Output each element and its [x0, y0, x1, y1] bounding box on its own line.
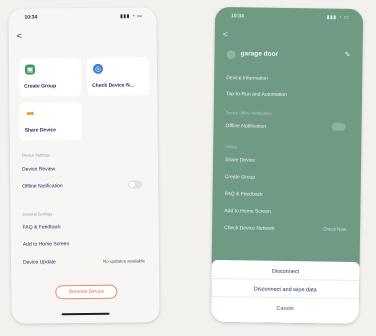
row-label: Tap-to-Run and Automation [225, 91, 287, 98]
row-label: Device Information [226, 75, 268, 82]
status-icons: ▮▮▮ ◔ ▭ [326, 14, 350, 21]
offline-notification-toggle[interactable] [331, 122, 346, 131]
row-label: Offline Notification [225, 123, 267, 130]
row-label: Device Update [22, 259, 56, 266]
row-add-to-home-screen[interactable]: Add to Home Screen [224, 208, 350, 216]
section-offline-notification: Device Offline Notification [225, 110, 272, 116]
section-general-settings: General Settings [22, 211, 53, 217]
status-icons: ▮▮▮ ◔ ▭ [120, 13, 143, 20]
group-icon: ▣ [24, 64, 36, 75]
status-time: 10:34 [231, 13, 244, 20]
back-button[interactable]: < [223, 29, 228, 39]
share-icon: ➦ [26, 108, 35, 120]
edit-icon[interactable]: ✎ [345, 51, 351, 59]
back-button[interactable]: < [17, 31, 22, 41]
device-name: garage door [240, 50, 279, 58]
row-offline-notification: Offline Notification [22, 180, 148, 190]
row-label: Offline Notification [22, 183, 63, 190]
status-bar: 10:34 ▮▮▮ ◔ ▭ [18, 13, 146, 22]
row-device-review[interactable]: Device Review [22, 165, 148, 172]
section-others: Others [225, 144, 238, 150]
row-faq-feedback[interactable]: FAQ & Feedback [23, 223, 149, 230]
row-label: Check Device Network [224, 225, 275, 232]
row-value: No updates available [102, 258, 146, 264]
row-add-to-home-screen[interactable]: Add to Home Screen [23, 240, 149, 247]
section-device-settings: Device Settings [21, 152, 50, 158]
tile-label: Check Device N... [92, 82, 134, 89]
row-tap-to-run[interactable]: Tap-to-Run and Automation [226, 91, 352, 99]
row-label: Create Group [224, 174, 256, 181]
status-time: 10:34 [24, 14, 38, 21]
device-icon [226, 50, 236, 60]
share-device-tile[interactable]: ➦ Share Device [19, 102, 82, 141]
row-share-device[interactable]: Share Device [225, 157, 351, 165]
row-offline-notification: Offline Notification [225, 122, 352, 131]
status-bar: 10:34 ▮▮▮ ◔ ▭ [225, 13, 353, 23]
row-device-information[interactable]: Device Information [226, 75, 352, 83]
row-create-group[interactable]: Create Group [225, 174, 351, 182]
row-value: Check Now [323, 226, 347, 232]
row-check-device-network[interactable]: Check Device Network Check Now [224, 225, 350, 233]
row-label: FAQ & Feedback [22, 224, 61, 231]
device-title-row: garage door ✎ [226, 49, 351, 63]
cancel-option[interactable]: Cancel [211, 301, 359, 317]
phone-screen-right: 10:34 ▮▮▮ ◔ ▭ < garage door ✎ Device Inf… [210, 6, 364, 325]
phone-screen-left: 10:34 ▮▮▮ ◔ ▭ < ▣ Create Group ◎ Check D… [8, 7, 160, 324]
tile-label: Create Group [24, 83, 57, 90]
tile-label: Share Device [24, 127, 57, 134]
row-label: Share Device [225, 157, 256, 164]
row-label: FAQ & Feedback [224, 191, 263, 198]
offline-notification-toggle[interactable] [128, 180, 143, 189]
disconnect-option[interactable]: Disconnect [211, 263, 360, 282]
row-device-update[interactable]: Device Update No updates available [23, 258, 149, 265]
check-device-network-tile[interactable]: ◎ Check Device N... [86, 57, 150, 96]
home-indicator [61, 312, 110, 316]
network-icon: ◎ [92, 63, 104, 74]
action-sheet: Disconnect Disconnect and wipe data Canc… [210, 259, 360, 325]
row-faq-feedback[interactable]: FAQ & Feedback [225, 191, 351, 199]
remove-device-button[interactable]: Remove Device [55, 284, 118, 300]
disconnect-wipe-option[interactable]: Disconnect and wipe data [211, 281, 360, 300]
row-label: Add to Home Screen [224, 208, 271, 215]
row-label: Add to Home Screen [22, 241, 70, 248]
create-group-tile[interactable]: ▣ Create Group [18, 58, 82, 97]
row-label: Device Review [22, 166, 56, 173]
